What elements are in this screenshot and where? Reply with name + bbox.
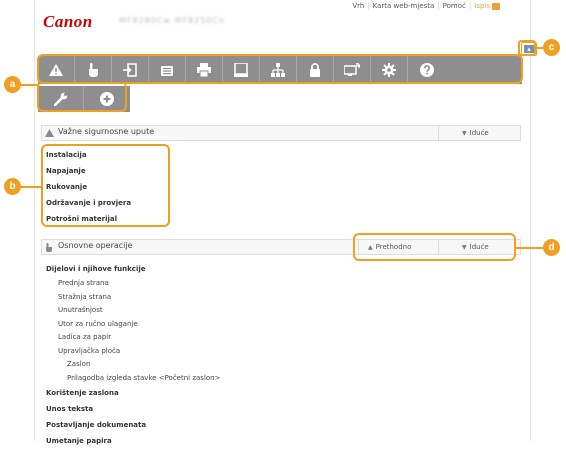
divider: | (437, 2, 440, 10)
leader-line (20, 84, 38, 86)
list-subitem[interactable]: Upravljačka ploča (46, 345, 220, 359)
link-help[interactable]: Pomoć (443, 2, 466, 10)
callout-c: c (543, 39, 560, 56)
divider (438, 126, 439, 140)
list-item[interactable]: Umetanje papira (46, 433, 220, 449)
top-links: Vrh | Karta web-mjesta | Pomoć | Ispis (352, 2, 500, 10)
list-subitem[interactable]: Unutrašnjost (46, 304, 220, 318)
print-label: Ispis (474, 2, 490, 10)
section-header-safety: Važne sigurnosne upute ▼ Iduće (41, 125, 521, 141)
list-item[interactable]: Dijelovi i njihove funkcije (46, 261, 220, 277)
basic-list: Dijelovi i njihove funkcije Prednja stra… (46, 261, 220, 449)
callout-b: b (4, 178, 21, 195)
canon-logo: Canon (43, 12, 93, 31)
section-title: Važne sigurnosne upute (58, 127, 155, 136)
highlight-frame-a (37, 54, 523, 84)
list-subsubitem[interactable]: Zaslon (46, 358, 220, 372)
section-title: Osnovne operacije (58, 241, 133, 250)
list-item[interactable]: Unos teksta (46, 401, 220, 417)
leader-line (514, 247, 544, 249)
list-subitem[interactable]: Utor za ručno ulaganje (46, 318, 220, 332)
divider: | (367, 2, 370, 10)
top-bar: Canon MF8280Cw MF8250Cn Vrh | Karta web-… (35, 0, 530, 40)
list-item[interactable]: Postavljanje dokumenata (46, 417, 220, 433)
highlight-frame-a-row2 (37, 82, 127, 112)
highlight-frame-b (41, 144, 170, 227)
list-subitem[interactable]: Ladica za papir (46, 331, 220, 345)
hand-icon (46, 243, 52, 252)
divider: | (468, 2, 472, 10)
printer-icon (492, 2, 500, 10)
link-sitemap[interactable]: Karta web-mjesta (373, 2, 435, 10)
callout-a: a (4, 76, 21, 93)
callout-d: d (543, 239, 560, 256)
model-name-blurred: MF8280Cw MF8250Cn (119, 16, 226, 25)
highlight-frame-d (353, 233, 516, 261)
link-top[interactable]: Vrh (352, 2, 364, 10)
next-button[interactable]: ▼ Iduće (462, 126, 489, 140)
list-subitem[interactable]: Stražnja strana (46, 291, 220, 305)
warning-icon (45, 129, 54, 137)
list-item[interactable]: Korištenje zaslona (46, 385, 220, 401)
highlight-frame-c (518, 40, 536, 56)
next-label: Iduće (469, 129, 489, 137)
triangle-down-icon: ▼ (462, 129, 467, 137)
list-subsubitem[interactable]: Prilagodba izgleda stavke <Početni zaslo… (46, 372, 220, 386)
link-print[interactable]: Ispis (474, 2, 500, 10)
leader-line (535, 47, 543, 49)
leader-line (20, 186, 42, 188)
list-subitem[interactable]: Prednja strana (46, 277, 220, 291)
